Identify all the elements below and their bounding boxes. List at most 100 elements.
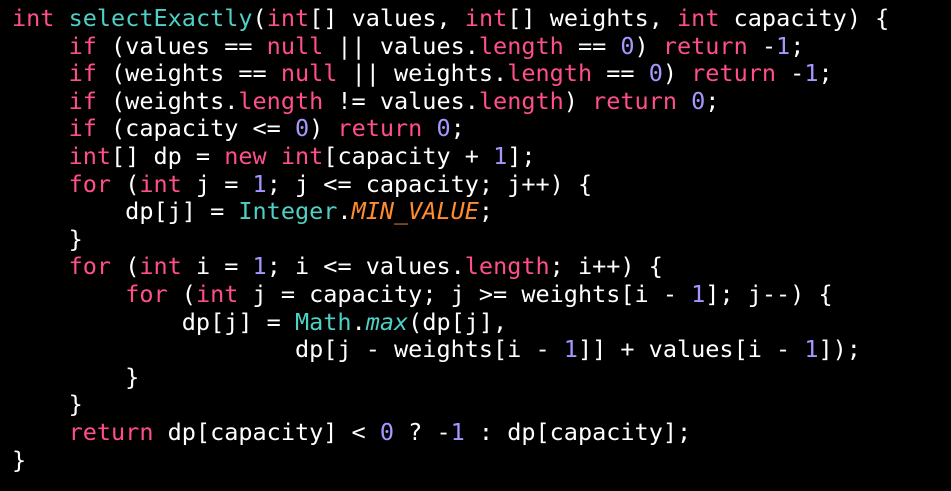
code-token: 0	[436, 115, 451, 143]
code-token: if	[68, 60, 97, 88]
code-token: 0	[648, 60, 663, 88]
code-token: 1	[691, 280, 706, 308]
code-token: 1	[450, 418, 465, 446]
code-token: max	[365, 308, 409, 336]
code-token: 0	[620, 32, 635, 60]
code-token: || values.	[323, 32, 479, 60]
code-token: }	[12, 225, 83, 253]
code-token: dp[j - weights[i -	[12, 336, 564, 364]
code-line[interactable]: }	[0, 391, 951, 419]
code-token: Integer	[238, 198, 338, 226]
code-token: [] weights,	[507, 5, 678, 32]
code-token: j =	[181, 170, 253, 198]
code-token: for	[68, 170, 112, 198]
code-token: capacity) {	[719, 5, 890, 32]
code-token: ;	[790, 32, 805, 60]
code-line[interactable]: if (weights.length != values.length) ret…	[0, 88, 951, 116]
code-token: return	[662, 32, 748, 60]
code-token: null	[266, 32, 324, 60]
code-token: (capacity <=	[96, 115, 295, 143]
code-token: (weights ==	[96, 60, 281, 88]
code-token: -	[776, 60, 805, 88]
code-line[interactable]: if (values == null || values.length == 0…	[0, 33, 951, 61]
code-token: MIN_VALUE	[351, 198, 479, 226]
code-token: ;	[450, 115, 465, 143]
code-token: return	[592, 87, 677, 115]
code-token: [] dp =	[111, 142, 225, 170]
code-token: int	[139, 253, 182, 281]
code-line[interactable]: for (int j = capacity; j >= weights[i - …	[0, 281, 951, 309]
code-token: int	[195, 280, 239, 308]
code-token: ; j <= capacity; j++) {	[266, 170, 593, 198]
code-token: )	[309, 115, 338, 143]
code-token: ];	[507, 142, 536, 170]
code-token: new	[224, 142, 267, 170]
code-token: length	[464, 253, 550, 281]
code-token: int	[677, 5, 720, 32]
code-token: ? -	[394, 418, 451, 446]
code-token: ; i <= values.	[266, 253, 465, 281]
code-token: [] values,	[309, 5, 465, 32]
code-line[interactable]: if (weights == null || weights.length ==…	[0, 60, 951, 88]
code-token: }	[12, 391, 83, 419]
code-line[interactable]: }	[0, 447, 951, 475]
code-line[interactable]: int[] dp = new int[capacity + 1];	[0, 143, 951, 171]
code-token: dp[j] =	[12, 198, 239, 226]
code-line[interactable]: for (int j = 1; j <= capacity; j++) {	[0, 171, 951, 199]
code-token: ]);	[818, 336, 861, 364]
code-line[interactable]: return dp[capacity] < 0 ? -1 : dp[capaci…	[0, 419, 951, 447]
code-token: (	[111, 170, 140, 198]
code-token: 1	[804, 60, 819, 88]
code-token: (	[252, 5, 267, 32]
code-line[interactable]: }	[0, 226, 951, 254]
code-line[interactable]: int selectExactly(int[] values, int[] we…	[0, 5, 951, 33]
code-token: 1	[804, 336, 819, 364]
code-line[interactable]: dp[j] = Math.max(dp[j],	[0, 309, 951, 337]
code-token: 1	[252, 253, 267, 281]
code-token: if	[68, 115, 97, 143]
code-token: 1	[563, 336, 578, 364]
code-token: if	[68, 32, 97, 60]
code-token: (	[111, 253, 140, 281]
code-token: ]; j--) {	[705, 280, 833, 308]
code-token: .	[351, 308, 366, 336]
code-token: ; i++) {	[549, 253, 663, 281]
code-line[interactable]: for (int i = 1; i <= values.length; i++)…	[0, 253, 951, 281]
code-token: ]] + values[i -	[577, 336, 805, 364]
code-token: dp[capacity] <	[153, 418, 380, 446]
code-token: [capacity +	[323, 142, 494, 170]
code-token: .	[337, 198, 352, 226]
code-token: 1	[493, 142, 508, 170]
code-token: selectExactly	[68, 5, 253, 32]
code-token: )	[563, 87, 593, 115]
code-token: (	[167, 280, 196, 308]
code-token: int	[266, 5, 310, 32]
code-token: i =	[181, 253, 253, 281]
code-line[interactable]: if (capacity <= 0) return 0;	[0, 115, 951, 143]
code-token: ;	[705, 87, 720, 115]
code-token: ==	[563, 32, 621, 60]
code-token: if	[68, 87, 97, 115]
code-token: Math	[294, 308, 352, 336]
code-token: 1	[776, 32, 791, 60]
code-token: int	[68, 142, 112, 170]
code-token: length	[238, 87, 324, 115]
code-line[interactable]: }	[0, 364, 951, 392]
code-editor[interactable]: int selectExactly(int[] values, int[] we…	[0, 0, 951, 491]
code-token: ;	[818, 60, 833, 88]
code-line[interactable]: dp[j] = Integer.MIN_VALUE;	[0, 198, 951, 226]
code-line[interactable]: dp[j - weights[i - 1]] + values[i - 1]);	[0, 336, 951, 364]
code-token: }	[12, 446, 27, 474]
code-token: return	[68, 418, 154, 446]
code-token: int	[280, 142, 324, 170]
